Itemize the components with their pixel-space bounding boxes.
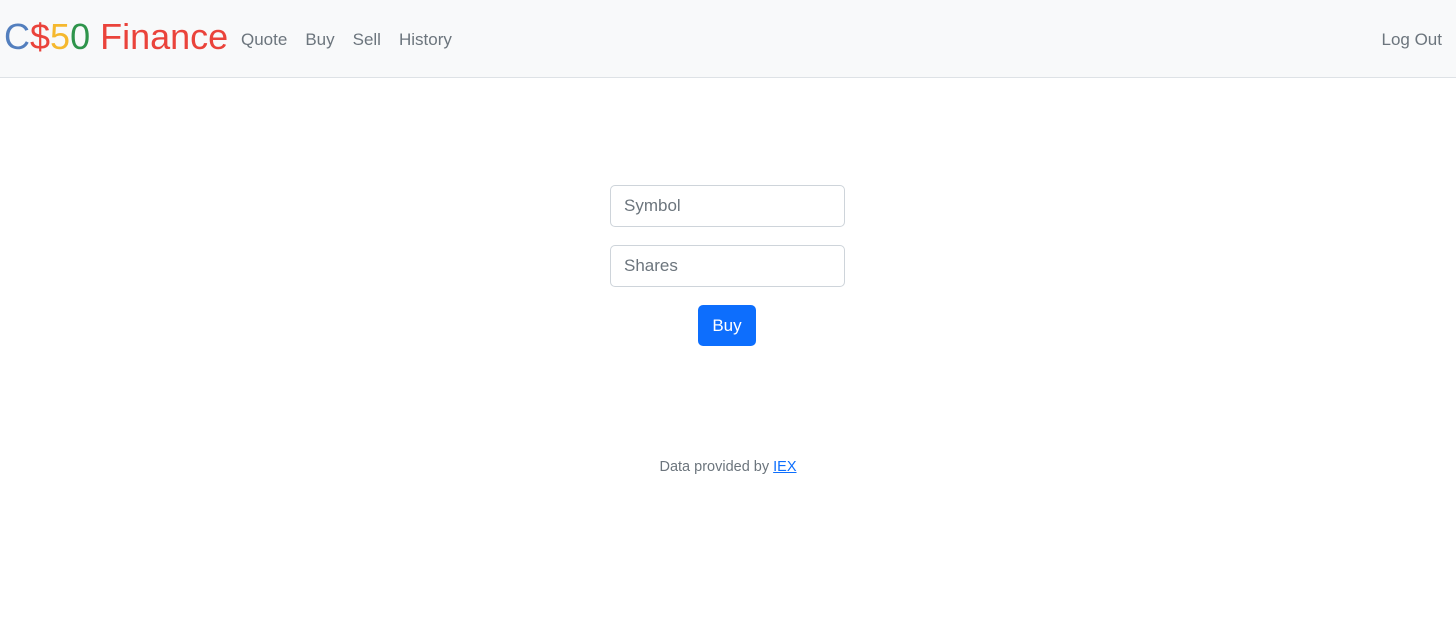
brand-logo-link[interactable]: C$50 Finance — [4, 14, 228, 60]
navbar: C$50 Finance Quote Buy Sell History Log … — [0, 0, 1456, 78]
nav-link-buy[interactable]: Buy — [296, 28, 343, 52]
logout-link[interactable]: Log Out — [1382, 28, 1443, 52]
buy-form — [610, 185, 845, 287]
iex-link[interactable]: IEX — [773, 459, 796, 475]
footer: Data provided by IEX — [0, 456, 1456, 478]
buy-button[interactable]: Buy — [698, 305, 756, 346]
brand-digit-five: 5 — [50, 16, 71, 57]
brand-digit-zero: 0 — [70, 16, 91, 57]
footer-attribution-text: Data provided by — [659, 459, 774, 475]
nav-link-history[interactable]: History — [390, 28, 461, 52]
brand-finance-text: Finance — [90, 16, 229, 57]
brand-letter-c: C — [4, 16, 30, 57]
nav-links: Quote Buy Sell History — [232, 28, 461, 52]
symbol-input[interactable] — [610, 185, 845, 227]
nav-link-sell[interactable]: Sell — [344, 28, 390, 52]
nav-link-quote[interactable]: Quote — [232, 28, 296, 52]
brand-dollar: $ — [30, 16, 51, 57]
shares-input[interactable] — [610, 245, 845, 287]
